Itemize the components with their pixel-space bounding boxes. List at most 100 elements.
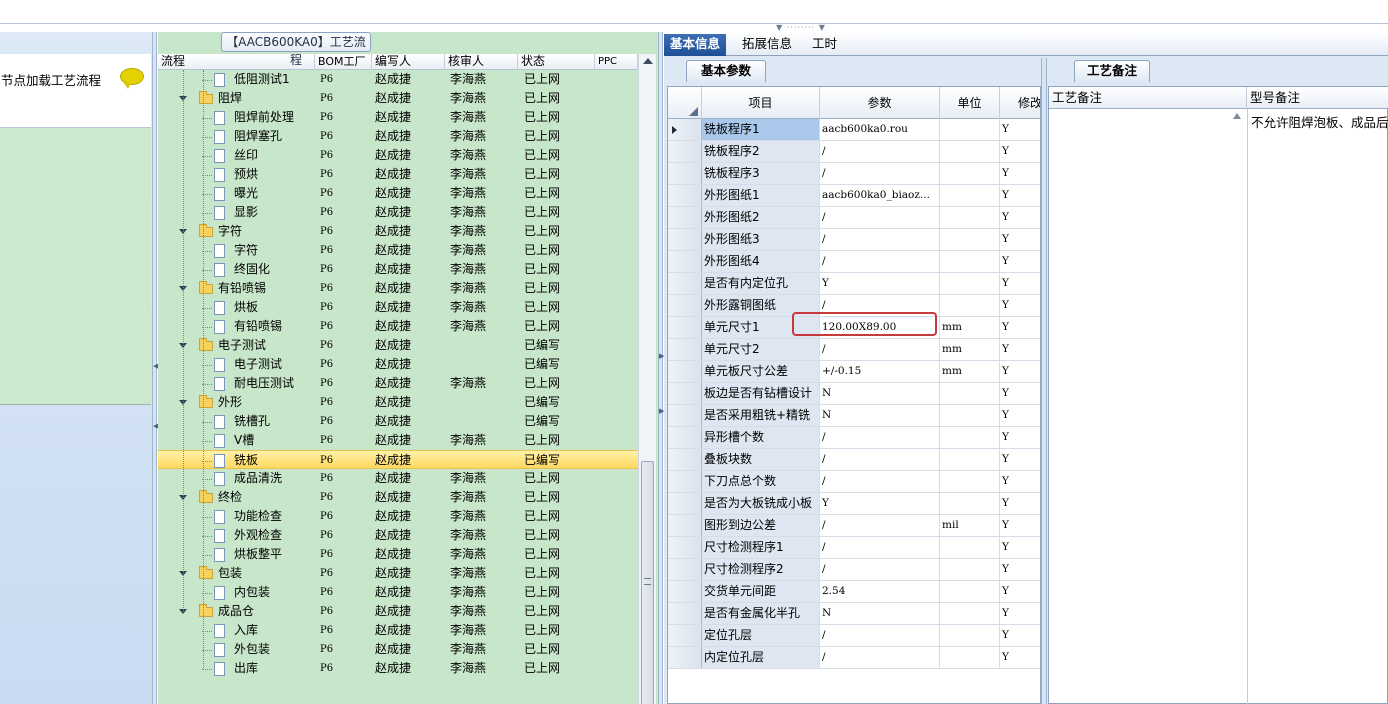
- param-modify-cell[interactable]: Y: [1000, 119, 1040, 140]
- params-row[interactable]: 图形到边公差 / mil Y: [668, 515, 1040, 537]
- param-modify-cell[interactable]: Y: [1000, 515, 1040, 536]
- param-unit-cell[interactable]: [940, 207, 1000, 228]
- row-header[interactable]: [668, 537, 702, 558]
- params-row[interactable]: 外形图纸2/ Y: [668, 207, 1040, 229]
- param-modify-cell[interactable]: Y: [1000, 405, 1040, 426]
- param-modify-cell[interactable]: Y: [1000, 339, 1040, 360]
- param-modify-cell[interactable]: Y: [1000, 251, 1040, 272]
- param-value-cell[interactable]: N: [820, 603, 940, 624]
- collapse-tree-icon[interactable]: ▶: [659, 352, 664, 360]
- param-value-cell[interactable]: +/-0.15: [820, 361, 940, 382]
- param-value-cell[interactable]: /: [820, 207, 940, 228]
- param-value-cell[interactable]: /: [820, 647, 940, 668]
- tab-work-hours[interactable]: 工时: [806, 34, 843, 56]
- tree-row[interactable]: 成品仓 P6 赵成捷 李海燕 已上网: [158, 602, 638, 621]
- tree-row[interactable]: 字符 P6 赵成捷 李海燕 已上网: [158, 222, 638, 241]
- param-value-cell[interactable]: /: [820, 141, 940, 162]
- param-modify-cell[interactable]: Y: [1000, 383, 1040, 404]
- tree-row[interactable]: 内包装 P6 赵成捷 李海燕 已上网: [158, 583, 638, 602]
- tree-scrollbar[interactable]: [638, 54, 656, 704]
- header-ppc[interactable]: PPC: [595, 54, 638, 70]
- row-header[interactable]: [668, 471, 702, 492]
- row-header[interactable]: [668, 163, 702, 184]
- param-modify-cell[interactable]: Y: [1000, 273, 1040, 294]
- tree-row[interactable]: 外形 P6 赵成捷 已编写: [158, 393, 638, 412]
- params-row[interactable]: 是否有内定位孔 Y Y: [668, 273, 1040, 295]
- param-modify-cell[interactable]: Y: [1000, 471, 1040, 492]
- param-value-cell[interactable]: /: [820, 339, 940, 360]
- header-reviewer[interactable]: 核审人: [445, 54, 518, 70]
- tree-row[interactable]: 电子测试 P6 赵成捷 已编写: [158, 355, 638, 374]
- param-value-cell[interactable]: /: [820, 559, 940, 580]
- process-tree-title[interactable]: 【AACB600KA0】工艺流程: [221, 32, 371, 67]
- param-value-cell[interactable]: aacb600ka0_biaoz...: [820, 185, 940, 206]
- param-modify-cell[interactable]: Y: [1000, 141, 1040, 162]
- tree-row[interactable]: 有铅喷锡 P6 赵成捷 李海燕 已上网: [158, 317, 638, 336]
- param-unit-cell[interactable]: [940, 427, 1000, 448]
- params-row[interactable]: 外形图纸4/ Y: [668, 251, 1040, 273]
- param-value-cell[interactable]: /: [820, 251, 940, 272]
- remark-scroll-up-icon[interactable]: [1233, 113, 1241, 119]
- param-modify-cell[interactable]: Y: [1000, 647, 1040, 668]
- row-header[interactable]: [668, 427, 702, 448]
- row-header[interactable]: [668, 273, 702, 294]
- param-item-cell[interactable]: 尺寸检测程序2: [702, 559, 820, 580]
- params-row[interactable]: 外形图纸1 aacb600ka0_biaoz... Y: [668, 185, 1040, 207]
- param-item-cell[interactable]: 单元尺寸2: [702, 339, 820, 360]
- param-unit-cell[interactable]: mm: [940, 339, 1000, 360]
- params-row[interactable]: 板边是否有钻槽设计 N Y: [668, 383, 1040, 405]
- param-item-cell[interactable]: 外形图纸2: [702, 207, 820, 228]
- param-value-cell[interactable]: /: [820, 471, 940, 492]
- param-unit-cell[interactable]: [940, 405, 1000, 426]
- middle-splitter[interactable]: ▶ ▶: [658, 32, 664, 704]
- row-header[interactable]: [668, 295, 702, 316]
- tree-row[interactable]: 外包装 P6 赵成捷 李海燕 已上网: [158, 640, 638, 659]
- row-header[interactable]: [668, 207, 702, 228]
- params-row[interactable]: 单元尺寸2/mm Y: [668, 339, 1040, 361]
- param-value-cell[interactable]: /: [820, 427, 940, 448]
- row-header[interactable]: [668, 581, 702, 602]
- header-param[interactable]: 参数: [820, 87, 940, 119]
- tree-row[interactable]: 烘板 P6 赵成捷 李海燕 已上网: [158, 298, 638, 317]
- tree-row[interactable]: 铣板 P6 赵成捷 已编写: [158, 450, 638, 469]
- row-header[interactable]: [668, 625, 702, 646]
- right-splitter[interactable]: [1041, 58, 1047, 704]
- params-row[interactable]: 内定位孔层 / Y: [668, 647, 1040, 669]
- param-item-cell[interactable]: 外形图纸1: [702, 185, 820, 206]
- speech-bubble-icon[interactable]: [120, 68, 144, 89]
- params-row[interactable]: 铣板程序1 aacb600ka0.rou Y: [668, 119, 1040, 141]
- param-unit-cell[interactable]: [940, 625, 1000, 646]
- row-header[interactable]: [668, 141, 702, 162]
- param-item-cell[interactable]: 定位孔层: [702, 625, 820, 646]
- param-unit-cell[interactable]: [940, 559, 1000, 580]
- param-unit-cell[interactable]: [940, 119, 1000, 140]
- param-item-cell[interactable]: 交货单元间距: [702, 581, 820, 602]
- header-item[interactable]: 项目: [702, 87, 820, 119]
- tree-row[interactable]: 终检 P6 赵成捷 李海燕 已上网: [158, 488, 638, 507]
- param-item-cell[interactable]: 尺寸检测程序1: [702, 537, 820, 558]
- param-modify-cell[interactable]: Y: [1000, 295, 1040, 316]
- param-value-cell[interactable]: /: [820, 537, 940, 558]
- param-item-cell[interactable]: 是否为大板铣成小板: [702, 493, 820, 514]
- param-modify-cell[interactable]: Y: [1000, 449, 1040, 470]
- param-item-cell[interactable]: 是否采用粗铣+精铣: [702, 405, 820, 426]
- param-item-cell[interactable]: 铣板程序2: [702, 141, 820, 162]
- header-process-remark[interactable]: 工艺备注: [1049, 87, 1247, 109]
- param-unit-cell[interactable]: [940, 449, 1000, 470]
- grid-corner[interactable]: [668, 87, 702, 119]
- tree-row[interactable]: 阻焊前处理 P6 赵成捷 李海燕 已上网: [158, 108, 638, 127]
- param-item-cell[interactable]: 是否有内定位孔: [702, 273, 820, 294]
- param-unit-cell[interactable]: [940, 163, 1000, 184]
- tree-row[interactable]: 包装 P6 赵成捷 李海燕 已上网: [158, 564, 638, 583]
- tree-row[interactable]: 丝印 P6 赵成捷 李海燕 已上网: [158, 146, 638, 165]
- tree-row[interactable]: V槽 P6 赵成捷 李海燕 已上网: [158, 431, 638, 450]
- left-splitter[interactable]: ◀ ◀: [152, 32, 158, 704]
- param-unit-cell[interactable]: [940, 383, 1000, 404]
- header-editor[interactable]: 编写人: [372, 54, 445, 70]
- param-value-cell[interactable]: N: [820, 405, 940, 426]
- param-value-cell[interactable]: Y: [820, 273, 940, 294]
- param-item-cell[interactable]: 叠板块数: [702, 449, 820, 470]
- param-modify-cell[interactable]: Y: [1000, 163, 1040, 184]
- param-item-cell[interactable]: 单元板尺寸公差: [702, 361, 820, 382]
- param-unit-cell[interactable]: [940, 273, 1000, 294]
